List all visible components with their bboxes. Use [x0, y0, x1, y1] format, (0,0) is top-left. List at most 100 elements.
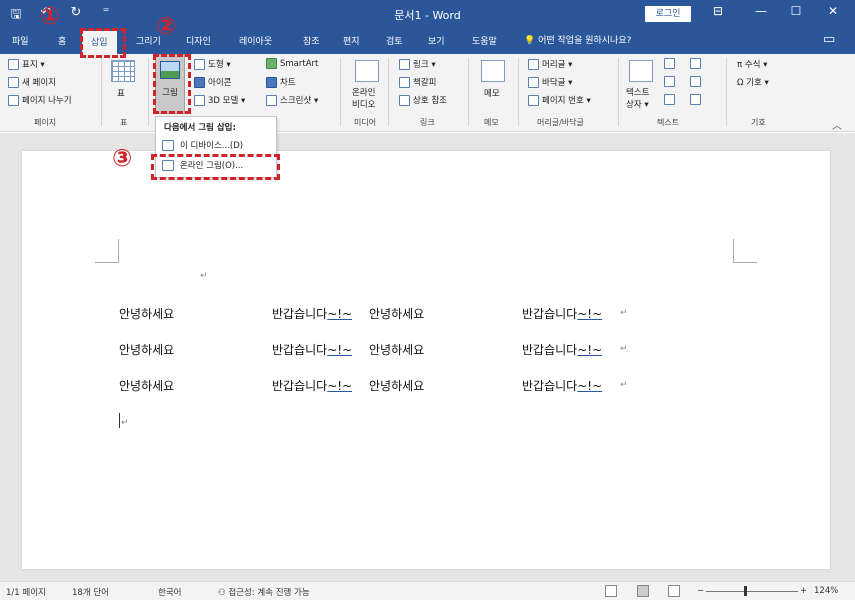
save-icon[interactable]: 🖫 — [8, 5, 24, 27]
doc-text[interactable]: 안녕하세요 — [369, 377, 424, 394]
doc-text[interactable]: 안녕하세요 — [369, 305, 424, 322]
comments-pane-icon[interactable]: ▭ — [823, 32, 835, 47]
online-video-button-line2[interactable]: 비디오 — [352, 98, 375, 110]
tell-me-search[interactable]: 💡 어떤 작업을 원하시나요? — [524, 33, 631, 46]
header-icon — [528, 58, 539, 70]
page-number-button[interactable]: 페이지 번호 ▾ — [528, 94, 591, 106]
margin-mark-top-left — [95, 239, 119, 263]
doc-text[interactable]: 안녕하세요 — [119, 305, 174, 322]
blank-page-button[interactable]: 새 페이지 — [8, 76, 56, 88]
doc-text[interactable]: 안녕하세요 — [119, 341, 174, 358]
zoom-level[interactable]: 124% — [814, 586, 838, 596]
doc-text[interactable]: 안녕하세요 — [369, 341, 424, 358]
online-video-icon[interactable] — [355, 60, 379, 82]
new-comment-icon[interactable] — [481, 60, 505, 82]
zoom-out-button[interactable]: − — [697, 586, 704, 596]
equation-button[interactable]: π 수식 ▾ — [737, 58, 767, 70]
redo-icon[interactable]: ↻ — [68, 5, 84, 27]
group-label-links: 링크 — [420, 118, 435, 127]
customize-qat-icon[interactable]: ⁼ — [98, 5, 114, 27]
language-indicator[interactable]: 한국어 — [158, 586, 181, 598]
cross-reference-button[interactable]: 상호 참조 — [399, 94, 447, 106]
object-icon[interactable] — [690, 94, 701, 105]
blank-page-icon — [8, 76, 19, 88]
text-cursor — [119, 413, 120, 428]
tab-insert[interactable]: 삽입 — [82, 31, 117, 54]
ribbon-separator — [726, 58, 727, 126]
page-count[interactable]: 1/1 페이지 — [6, 586, 46, 598]
text-box-icon[interactable] — [629, 60, 653, 82]
footer-button[interactable]: 바닥글 ▾ — [528, 76, 572, 88]
picture-button[interactable]: 그림 — [155, 54, 185, 114]
tab-view[interactable]: 보기 — [428, 34, 445, 47]
print-layout-icon[interactable] — [637, 585, 649, 597]
accessibility-status[interactable]: ⚇ 접근성: 계속 진행 가능 — [218, 586, 310, 598]
drop-cap-icon — [664, 76, 675, 87]
shapes-button[interactable]: 도형 ▾ — [194, 58, 231, 70]
ribbon-insert: 표지 ▾ 새 페이지 페이지 나누기 페이지 표 표 그림 도형 ▾ 아이콘 3… — [0, 54, 855, 132]
symbol-button[interactable]: Ω 기호 ▾ — [737, 76, 769, 88]
paragraph-mark: ↵ — [620, 380, 628, 390]
doc-text[interactable]: 반갑습니다~!~ — [272, 341, 352, 358]
online-video-button[interactable]: 온라인 — [352, 86, 375, 98]
quick-parts-button[interactable] — [664, 58, 701, 69]
document-page[interactable] — [22, 151, 830, 569]
3d-models-button[interactable]: 3D 모델 ▾ — [194, 94, 245, 106]
maximize-button[interactable]: ☐ — [781, 4, 811, 18]
insert-picture-menu-title: 다음에서 그림 삽입: — [164, 123, 236, 133]
ribbon-display-options-icon[interactable]: ⊟ — [703, 4, 733, 18]
zoom-in-button[interactable]: + — [800, 586, 807, 596]
tab-home[interactable]: 홈 — [58, 34, 66, 47]
tab-mailings[interactable]: 편지 — [343, 34, 360, 47]
drop-cap-button[interactable] — [664, 76, 701, 87]
doc-text[interactable]: 반갑습니다~!~ — [272, 305, 352, 322]
signature-line-button[interactable] — [664, 94, 701, 105]
read-mode-icon[interactable] — [605, 585, 617, 597]
date-time-icon[interactable] — [690, 76, 701, 87]
cover-page-icon — [8, 58, 19, 70]
text-box-button[interactable]: 텍스트 — [626, 86, 649, 98]
tab-file[interactable]: 파일 — [12, 34, 29, 47]
bookmark-button[interactable]: 책갈피 — [399, 76, 436, 88]
tab-review[interactable]: 검토 — [386, 34, 403, 47]
login-button[interactable]: 로그인 — [645, 6, 691, 22]
menu-item-online-pictures[interactable]: 온라인 그림(O)... — [162, 159, 243, 171]
text-box-button-line2[interactable]: 상자 ▾ — [626, 98, 649, 110]
menu-item-this-device[interactable]: 이 디바이스...(D) — [162, 139, 243, 151]
zoom-slider[interactable] — [706, 591, 798, 592]
callout-number-3: ③ — [112, 144, 133, 172]
tab-layout[interactable]: 레이아웃 — [239, 34, 272, 47]
table-button[interactable]: 표 — [117, 87, 125, 99]
chart-button[interactable]: 차트 — [266, 76, 296, 88]
zoom-slider-thumb[interactable] — [744, 586, 748, 596]
ribbon-separator — [340, 58, 341, 126]
accessibility-icon: ⚇ — [218, 588, 226, 598]
web-layout-icon[interactable] — [668, 585, 680, 597]
table-icon[interactable] — [111, 60, 135, 82]
doc-text[interactable]: 반갑습니다~!~ — [272, 377, 352, 394]
header-button[interactable]: 머리글 ▾ — [528, 58, 572, 70]
link-button[interactable]: 링크 ▾ — [399, 58, 436, 70]
icons-button[interactable]: 아이콘 — [194, 76, 231, 88]
title-bar: 🖫 ↶ ↻ ⁼ 문서1 - Word 로그인 ⊟ — ☐ ✕ — [0, 0, 855, 28]
new-comment-button[interactable]: 메모 — [484, 87, 500, 99]
tell-me-text: 어떤 작업을 원하시나요? — [538, 36, 632, 46]
collapse-ribbon-icon[interactable]: ︿ — [832, 117, 842, 132]
chart-icon — [266, 76, 277, 88]
tab-help[interactable]: 도움말 — [472, 34, 497, 47]
cover-page-button[interactable]: 표지 ▾ — [8, 58, 45, 70]
close-button[interactable]: ✕ — [818, 4, 848, 18]
ribbon-tabs: 파일 홈 삽입 그리기 디자인 레이아웃 참조 편지 검토 보기 도움말 💡 어… — [0, 28, 855, 54]
doc-text[interactable]: 안녕하세요 — [119, 377, 174, 394]
wordart-icon[interactable] — [690, 58, 701, 69]
doc-text[interactable]: 반갑습니다~!~ — [522, 377, 602, 394]
tab-design[interactable]: 디자인 — [186, 34, 211, 47]
word-count[interactable]: 18개 단어 — [72, 586, 109, 598]
screenshot-button[interactable]: 스크린샷 ▾ — [266, 94, 318, 106]
smartart-button[interactable]: SmartArt — [266, 58, 318, 69]
page-break-button[interactable]: 페이지 나누기 — [8, 94, 72, 106]
doc-text[interactable]: 반갑습니다~!~ — [522, 305, 602, 322]
tab-references[interactable]: 참조 — [303, 34, 320, 47]
minimize-button[interactable]: — — [746, 4, 776, 18]
doc-text[interactable]: 반갑습니다~!~ — [522, 341, 602, 358]
